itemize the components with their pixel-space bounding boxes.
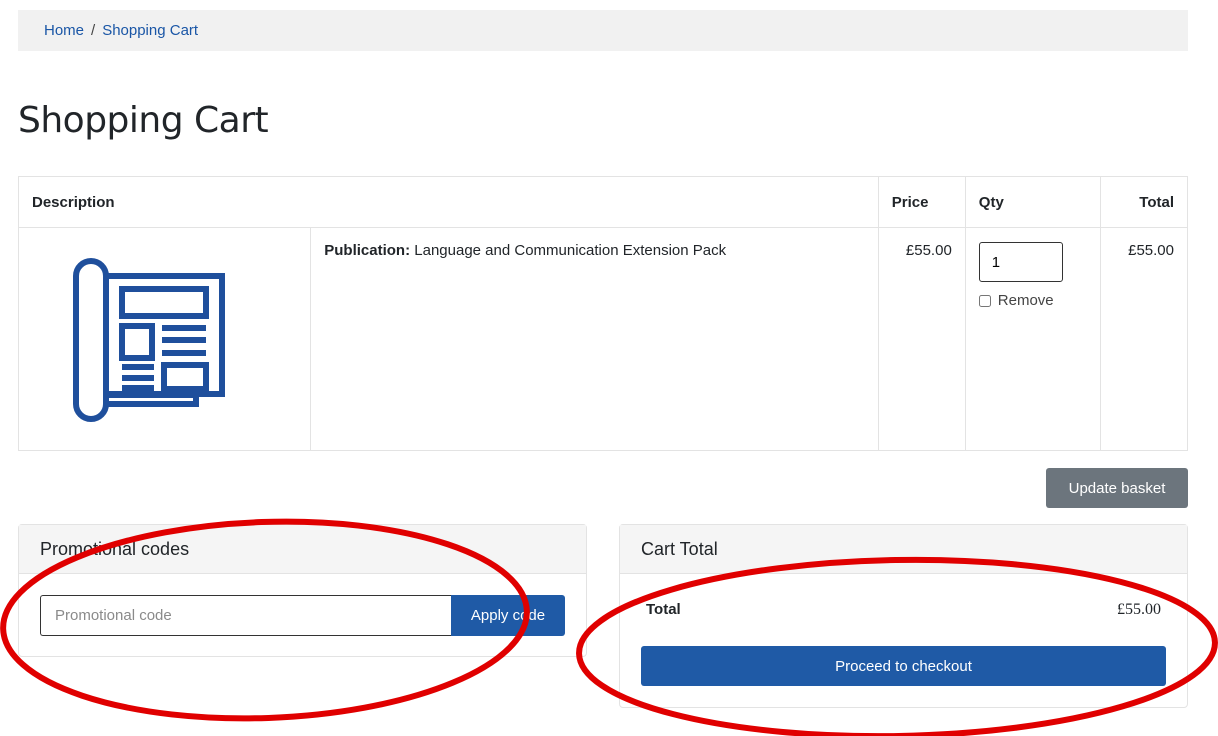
total-value: £55.00 bbox=[1117, 601, 1161, 618]
breadcrumb-separator: / bbox=[91, 22, 96, 39]
header-description: Description bbox=[18, 176, 879, 228]
apply-code-button[interactable]: Apply code bbox=[451, 595, 565, 636]
quantity-input[interactable] bbox=[978, 242, 1063, 282]
cart-total-title: Cart Total bbox=[620, 525, 1187, 574]
promo-card-title: Promotional codes bbox=[19, 525, 586, 574]
update-basket-button[interactable]: Update basket bbox=[1046, 468, 1188, 508]
header-price: Price bbox=[877, 176, 966, 228]
promo-form: Apply code bbox=[40, 595, 565, 636]
page-title: Shopping Cart bbox=[18, 100, 269, 141]
product-description: Publication: Language and Communication … bbox=[310, 227, 879, 451]
total-row: Total £55.00 bbox=[646, 601, 1161, 619]
breadcrumb-current[interactable]: Shopping Cart bbox=[102, 22, 198, 39]
header-qty: Qty bbox=[964, 176, 1101, 228]
remove-option[interactable]: Remove bbox=[978, 292, 1087, 309]
remove-checkbox[interactable] bbox=[978, 294, 991, 307]
proceed-to-checkout-button[interactable]: Proceed to checkout bbox=[641, 646, 1166, 686]
promo-code-input[interactable] bbox=[40, 595, 451, 636]
remove-label: Remove bbox=[997, 292, 1054, 309]
promo-card: Promotional codes Apply code bbox=[18, 524, 587, 657]
header-total: Total bbox=[1099, 176, 1189, 228]
product-name: Language and Communication Extension Pac… bbox=[414, 242, 727, 259]
publication-icon bbox=[73, 258, 225, 422]
cart-total-card: Cart Total Total £55.00 Proceed to check… bbox=[619, 524, 1188, 708]
breadcrumb: Home / Shopping Cart bbox=[18, 10, 1188, 51]
qty-cell: Remove bbox=[964, 227, 1101, 451]
product-price: £55.00 bbox=[877, 227, 966, 451]
total-label: Total bbox=[646, 601, 681, 618]
product-total: £55.00 bbox=[1099, 227, 1189, 451]
product-type-label: Publication: bbox=[324, 242, 411, 259]
cart-table-header: Description Price Qty Total bbox=[18, 176, 1189, 228]
breadcrumb-home-link[interactable]: Home bbox=[44, 22, 84, 39]
